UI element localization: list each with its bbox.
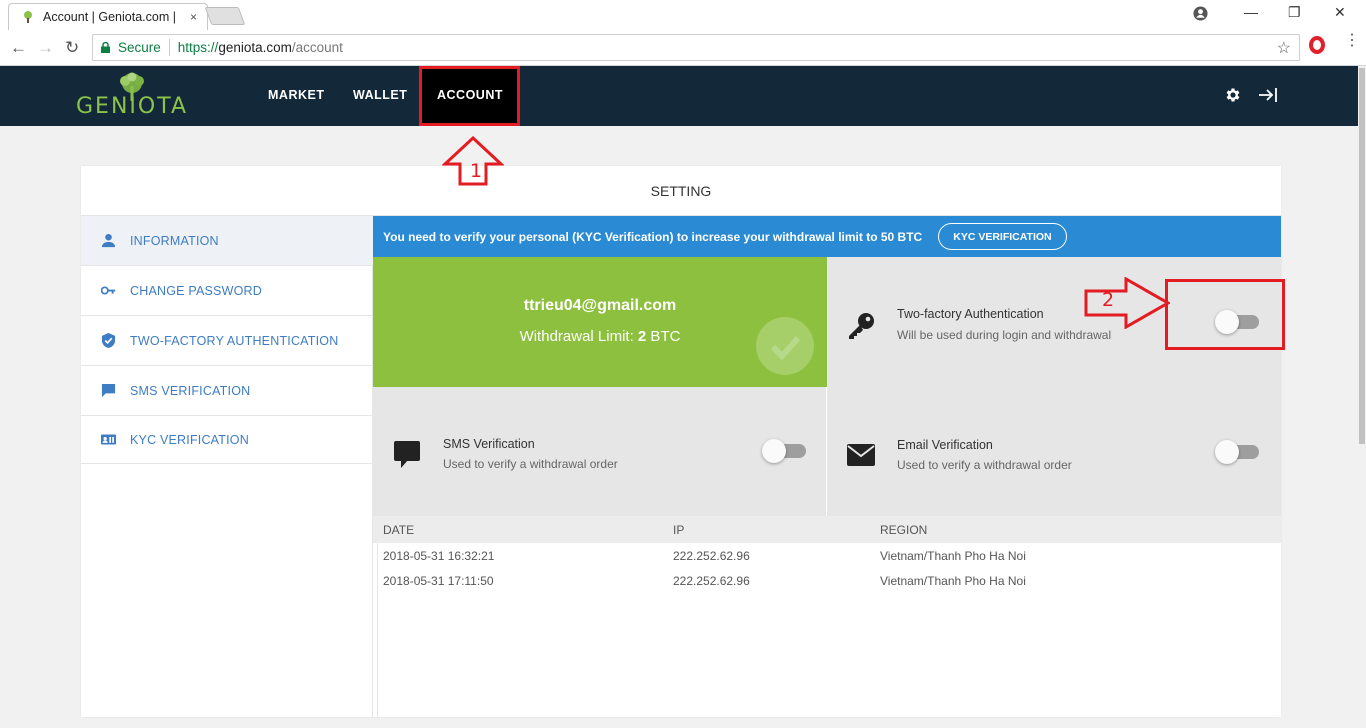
forward-icon[interactable]: → <box>37 38 54 58</box>
id-card-icon <box>101 434 116 445</box>
annotation-step-2: 2 <box>1102 289 1115 311</box>
log-region: Vietnam/Thanh Pho Ha Noi <box>880 574 1026 588</box>
sms-panel: SMS Verification Used to verify a withdr… <box>373 387 826 516</box>
logout-icon[interactable] <box>1258 86 1278 104</box>
email-title: Email Verification <box>897 438 993 452</box>
nav-market[interactable]: MARKET <box>268 88 324 102</box>
nav-wallet[interactable]: WALLET <box>353 88 407 102</box>
lock-icon <box>101 42 110 53</box>
sms-title: SMS Verification <box>443 437 535 451</box>
reload-icon[interactable]: ↻ <box>65 38 79 58</box>
withdrawal-limit-value: 2 <box>637 328 647 345</box>
column-header-date: DATE <box>383 523 415 537</box>
annotation-highlight-toggle <box>1165 279 1285 350</box>
profile-icon[interactable] <box>1193 6 1208 21</box>
log-ip: 222.252.62.96 <box>673 549 750 563</box>
sidebar-item-two-factor[interactable]: TWO-FACTORY AUTHENTICATION <box>81 316 373 366</box>
login-log-header: DATE IP REGION <box>373 516 1281 543</box>
scrollbar-thumb[interactable] <box>1359 68 1365 444</box>
kyc-banner: You need to verify your personal (KYC Ve… <box>373 216 1281 257</box>
back-icon[interactable]: ← <box>10 38 27 58</box>
envelope-icon <box>847 444 875 466</box>
secure-indicator[interactable]: Secure <box>101 40 161 55</box>
sidebar-item-label: KYC VERIFICATION <box>130 432 249 447</box>
address-bar: ← → ↻ Secure https:// geniota.com /accou… <box>0 30 1366 66</box>
column-header-region: REGION <box>880 523 928 537</box>
sidebar-item-sms[interactable]: SMS VERIFICATION <box>81 366 373 416</box>
browser-menu-icon[interactable]: ⋮ <box>1344 33 1360 49</box>
log-date: 2018-05-31 17:11:50 <box>383 574 494 588</box>
account-summary-panel: ttrieu04@gmail.com Withdrawal Limit: 2 B… <box>373 257 827 387</box>
column-header-ip: IP <box>673 523 685 537</box>
account-email: ttrieu04@gmail.com <box>523 297 677 314</box>
toggle-knob <box>762 439 786 463</box>
toggle-knob <box>1215 440 1239 464</box>
two-factor-subtitle: Will be used during login and withdrawal <box>897 328 1112 342</box>
sidebar-item-label: SMS VERIFICATION <box>130 383 251 398</box>
geniota-favicon-icon <box>21 10 35 24</box>
restore-icon[interactable]: ❐ <box>1288 4 1301 21</box>
verified-check-icon <box>756 317 814 375</box>
kyc-banner-text: You need to verify your personal (KYC Ve… <box>383 229 923 244</box>
withdrawal-limit-label: Withdrawal Limit: <box>519 328 638 345</box>
log-region: Vietnam/Thanh Pho Ha Noi <box>880 549 1026 563</box>
kyc-verification-button[interactable]: KYC VERIFICATION <box>938 223 1067 250</box>
log-date: 2018-05-31 16:32:21 <box>383 549 495 563</box>
url-scheme: https:// <box>177 40 219 55</box>
message-icon <box>394 441 420 468</box>
bookmark-star-icon[interactable]: ☆ <box>1277 38 1291 58</box>
minimize-icon[interactable]: — <box>1244 4 1258 20</box>
tab-close-icon[interactable]: × <box>190 10 197 24</box>
settings-card: SETTING INFORMATION CHANGE PASSWORD TWO-… <box>81 166 1281 717</box>
new-tab-button[interactable] <box>204 7 246 25</box>
log-ip: 222.252.62.96 <box>673 574 750 588</box>
table-row: 2018-05-31 17:11:50 222.252.62.96 Vietna… <box>373 568 1281 593</box>
message-icon <box>101 383 116 398</box>
key-icon <box>849 313 874 339</box>
secure-label: Secure <box>118 40 161 55</box>
sidebar-item-label: CHANGE PASSWORD <box>130 283 262 298</box>
url-divider <box>168 39 170 56</box>
table-row: 2018-05-31 16:32:21 222.252.62.96 Vietna… <box>373 543 1281 568</box>
gear-icon[interactable] <box>1224 86 1242 104</box>
sidebar-item-information[interactable]: INFORMATION <box>81 216 373 266</box>
sidebar-item-label: INFORMATION <box>130 233 219 248</box>
url-host: geniota.com <box>218 40 292 55</box>
browser-tabstrip: Account | Geniota.com | × — ❐ ✕ <box>0 0 1366 30</box>
geniota-logo[interactable]: GENIOTA <box>76 72 206 122</box>
card-title: SETTING <box>81 166 1281 216</box>
key-icon <box>101 286 116 295</box>
site-header: GENIOTA MARKET WALLET ACCOUNT <box>0 66 1358 126</box>
email-subtitle: Used to verify a withdrawal order <box>897 458 1072 472</box>
browser-tab[interactable]: Account | Geniota.com | × <box>8 3 208 30</box>
shield-check-icon <box>101 333 116 348</box>
sidebar-item-change-password[interactable]: CHANGE PASSWORD <box>81 266 373 316</box>
url-path: /account <box>291 40 343 55</box>
tab-title: Account | Geniota.com | <box>43 10 176 24</box>
url-input[interactable]: Secure https:// geniota.com /account ☆ <box>92 34 1300 61</box>
sms-subtitle: Used to verify a withdrawal order <box>443 457 618 471</box>
annotation-step-1: 1 <box>470 160 483 182</box>
user-icon <box>101 233 116 248</box>
logo-text: GENIOTA <box>76 94 188 119</box>
email-panel: Email Verification Used to verify a with… <box>827 387 1281 516</box>
sms-toggle[interactable] <box>762 439 806 463</box>
annotation-highlight-account <box>419 66 520 126</box>
sidebar-item-kyc[interactable]: KYC VERIFICATION <box>81 416 373 464</box>
close-window-icon[interactable]: ✕ <box>1334 4 1346 21</box>
opera-extension-icon[interactable] <box>1309 36 1325 54</box>
settings-sidebar: INFORMATION CHANGE PASSWORD TWO-FACTORY … <box>81 216 373 717</box>
annotation-arrow-right-icon <box>1084 277 1170 329</box>
log-divider <box>377 543 378 717</box>
email-toggle[interactable] <box>1215 440 1259 464</box>
withdrawal-limit-unit: BTC <box>646 328 681 345</box>
two-factor-title: Two-factory Authentication <box>897 307 1044 321</box>
sidebar-item-label: TWO-FACTORY AUTHENTICATION <box>130 333 339 348</box>
